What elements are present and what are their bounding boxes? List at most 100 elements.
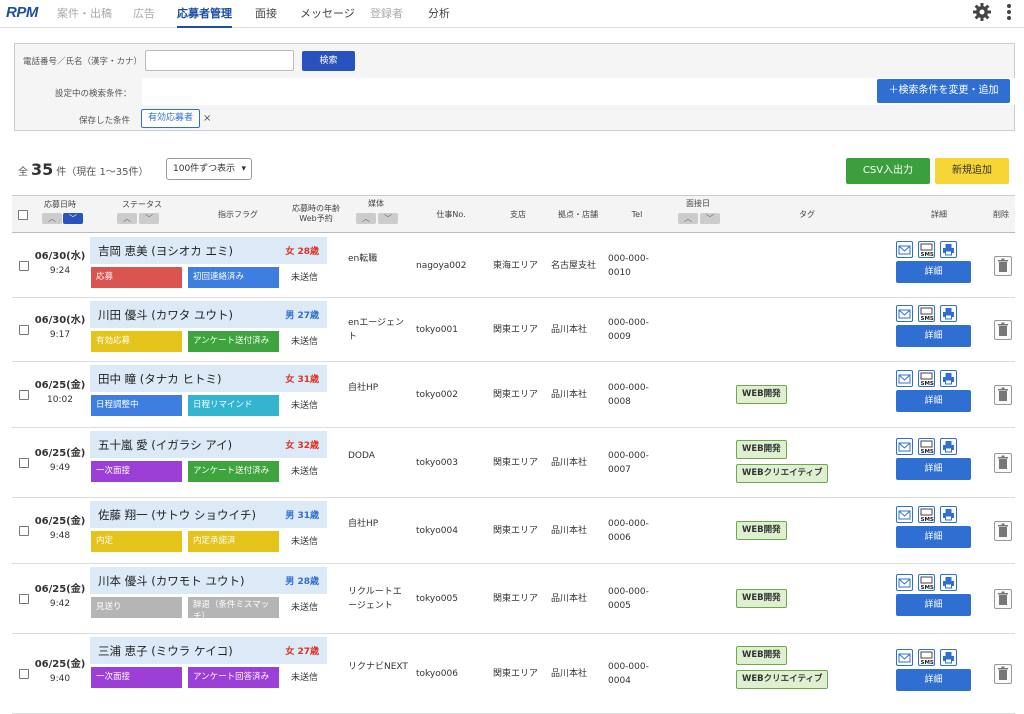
flag-badge[interactable]: 辞退（条件ミスマッチ） [188, 597, 279, 618]
sms-icon[interactable]: SMS [918, 305, 935, 322]
trash-icon[interactable] [994, 521, 1012, 541]
tab-projects[interactable]: 案件・出稿 [57, 5, 112, 21]
applicant-name-box[interactable]: 五十嵐 愛 (イガラシ アイ) 女 32歳 [90, 431, 327, 458]
remove-saved-condition-icon[interactable]: × [203, 113, 211, 124]
tag-badge[interactable]: WEB開発 [736, 521, 787, 540]
sort-desc-icon[interactable]: ﹀ [378, 213, 398, 224]
print-icon[interactable] [940, 506, 957, 523]
row-checkbox[interactable] [19, 526, 29, 536]
row-checkbox[interactable] [19, 325, 29, 335]
mail-icon[interactable] [896, 241, 913, 258]
table-row[interactable]: 06/30(水) 9:24 吉岡 恵美 (ヨシオカ エミ) 女 28歳 応募 初回… [12, 234, 1015, 298]
status-badge[interactable]: 有効応募 [91, 331, 182, 352]
new-button[interactable]: 新規追加 [935, 158, 1009, 184]
print-icon[interactable] [940, 305, 957, 322]
tab-interviews[interactable]: 面接 [255, 5, 277, 21]
trash-icon[interactable] [994, 664, 1012, 684]
print-icon[interactable] [940, 649, 957, 666]
tag-badge[interactable]: WEBクリエイティブ [736, 464, 829, 483]
tag-badge[interactable]: WEBクリエイティブ [736, 670, 829, 689]
tab-messages[interactable]: メッセージ [300, 5, 355, 21]
trash-icon[interactable] [994, 256, 1012, 276]
sort-desc-icon[interactable]: ﹀ [700, 213, 720, 224]
flag-badge[interactable]: 初回連絡済み [188, 267, 279, 288]
trash-icon[interactable] [994, 385, 1012, 405]
detail-button[interactable]: 詳細 [896, 669, 971, 691]
applicant-name-box[interactable]: 川田 優斗 (カワタ ユウト) 男 27歳 [90, 301, 327, 328]
sms-icon[interactable]: SMS [918, 438, 935, 455]
detail-button[interactable]: 詳細 [896, 261, 971, 283]
mail-icon[interactable] [896, 574, 913, 591]
trash-icon[interactable] [994, 453, 1012, 473]
row-checkbox[interactable] [19, 669, 29, 679]
tag-badge[interactable]: WEB開発 [736, 440, 787, 459]
flag-badge[interactable]: 日程リマインド [188, 395, 279, 416]
search-input[interactable] [145, 50, 294, 71]
sort-asc-icon[interactable]: ︿ [42, 213, 62, 224]
flag-badge[interactable]: 内定承諾済 [188, 531, 279, 552]
sort-desc-icon[interactable]: ﹀ [63, 213, 83, 224]
status-badge[interactable]: 見送り [91, 597, 182, 618]
applicant-name[interactable]: 三浦 恵子 (ミウラ ケイコ) [98, 643, 233, 659]
sort-asc-icon[interactable]: ︿ [678, 213, 698, 224]
search-button[interactable]: 検索 [302, 51, 355, 71]
saved-condition-tag[interactable]: 有効応募者 [141, 109, 201, 128]
trash-icon[interactable] [994, 589, 1012, 609]
applicant-name-box[interactable]: 佐藤 翔一 (サトウ ショウイチ) 男 31歳 [90, 501, 327, 528]
sort-desc-icon[interactable]: ﹀ [139, 213, 159, 224]
tab-analytics[interactable]: 分析 [428, 5, 450, 21]
row-checkbox[interactable] [19, 458, 29, 468]
status-badge[interactable]: 一次面接 [91, 667, 182, 688]
print-icon[interactable] [940, 370, 957, 387]
table-row[interactable]: 06/25(金) 9:49 五十嵐 愛 (イガラシ アイ) 女 32歳 一次面接 … [12, 428, 1015, 498]
sms-icon[interactable]: SMS [918, 241, 935, 258]
sms-icon[interactable]: SMS [918, 574, 935, 591]
print-icon[interactable] [940, 574, 957, 591]
tag-badge[interactable]: WEB開発 [736, 385, 787, 404]
mail-icon[interactable] [896, 370, 913, 387]
per-page-select[interactable]: 100件ずつ表示 ▾ [166, 158, 252, 180]
status-badge[interactable]: 内定 [91, 531, 182, 552]
detail-button[interactable]: 詳細 [896, 526, 971, 548]
flag-badge[interactable]: アンケート回答済み [188, 667, 279, 688]
applicant-name[interactable]: 五十嵐 愛 (イガラシ アイ) [98, 437, 232, 453]
applicant-name-box[interactable]: 川本 優斗 (カワモト ユウト) 男 28歳 [90, 567, 327, 594]
mail-icon[interactable] [896, 506, 913, 523]
tab-applicants[interactable]: 応募者管理 [177, 5, 232, 28]
applicant-name[interactable]: 佐藤 翔一 (サトウ ショウイチ) [98, 507, 256, 523]
mail-icon[interactable] [896, 305, 913, 322]
table-row[interactable]: 06/25(金) 9:42 川本 優斗 (カワモト ユウト) 男 28歳 見送り … [12, 564, 1015, 634]
sort-asc-icon[interactable]: ︿ [117, 213, 137, 224]
detail-button[interactable]: 詳細 [896, 390, 971, 412]
tag-badge[interactable]: WEB開発 [736, 589, 787, 608]
mail-icon[interactable] [896, 649, 913, 666]
sms-icon[interactable]: SMS [918, 506, 935, 523]
sms-icon[interactable]: SMS [918, 649, 935, 666]
row-checkbox[interactable] [19, 594, 29, 604]
sms-icon[interactable]: SMS [918, 370, 935, 387]
print-icon[interactable] [940, 241, 957, 258]
status-badge[interactable]: 日程調整中 [91, 395, 182, 416]
mail-icon[interactable] [896, 438, 913, 455]
tab-ads[interactable]: 広告 [133, 5, 155, 21]
applicant-name-box[interactable]: 田中 瞳 (タナカ ヒトミ) 女 31歳 [90, 365, 327, 392]
applicant-name[interactable]: 田中 瞳 (タナカ ヒトミ) [98, 371, 221, 387]
applicant-name-box[interactable]: 三浦 恵子 (ミウラ ケイコ) 女 27歳 [90, 637, 327, 664]
flag-badge[interactable]: アンケート送付済み [188, 331, 279, 352]
status-badge[interactable]: 一次面接 [91, 461, 182, 482]
table-row[interactable]: 06/30(水) 9:17 川田 優斗 (カワタ ユウト) 男 27歳 有効応募 … [12, 298, 1015, 362]
table-row[interactable]: 06/25(金) 10:02 田中 瞳 (タナカ ヒトミ) 女 31歳 日程調整中… [12, 362, 1015, 428]
flag-badge[interactable]: アンケート送付済み [188, 461, 279, 482]
status-badge[interactable]: 応募 [91, 267, 182, 288]
tag-badge[interactable]: WEB開発 [736, 646, 787, 665]
row-checkbox[interactable] [19, 390, 29, 400]
applicant-name[interactable]: 川田 優斗 (カワタ ユウト) [98, 307, 233, 323]
app-logo[interactable]: RPM [6, 4, 38, 21]
change-conditions-button[interactable]: ＋検索条件を変更・追加 [877, 79, 1010, 103]
print-icon[interactable] [940, 438, 957, 455]
csv-button[interactable]: CSV入出力 [846, 158, 930, 184]
applicant-name[interactable]: 川本 優斗 (カワモト ユウト) [98, 573, 244, 589]
detail-button[interactable]: 詳細 [896, 458, 971, 480]
table-row[interactable]: 06/25(金) 9:48 佐藤 翔一 (サトウ ショウイチ) 男 31歳 内定 … [12, 498, 1015, 564]
gear-icon[interactable] [972, 2, 992, 22]
